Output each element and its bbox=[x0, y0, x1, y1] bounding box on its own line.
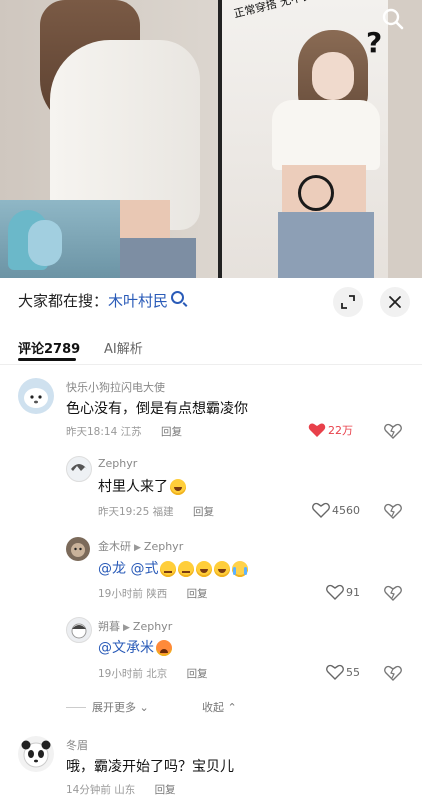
chevron-up-icon: ⌃ bbox=[227, 701, 237, 714]
like-button[interactable]: 55 bbox=[326, 664, 360, 682]
video-doll-2 bbox=[28, 220, 62, 266]
reply-arrow-icon: ▶ bbox=[134, 543, 141, 553]
dislike-icon[interactable] bbox=[384, 584, 402, 602]
tab-active-indicator bbox=[18, 358, 76, 361]
like-button[interactable]: 22万 bbox=[308, 422, 353, 440]
trending-search-term[interactable]: 木叶村民 bbox=[108, 292, 168, 310]
avatar-dog-icon bbox=[24, 388, 48, 408]
avatar[interactable] bbox=[66, 537, 90, 561]
tattoo-mark bbox=[298, 175, 334, 211]
avatar[interactable] bbox=[66, 617, 92, 643]
avatar-panda-icon bbox=[21, 740, 51, 768]
trending-search-prefix: 大家都在搜： bbox=[18, 292, 109, 310]
angry-emoji-icon bbox=[156, 640, 172, 656]
avatar-cat-icon bbox=[71, 543, 85, 557]
reply-button[interactable]: 回复 bbox=[155, 784, 176, 796]
tab-comments[interactable]: 评论2789 bbox=[18, 338, 80, 357]
reply-button[interactable]: 回复 bbox=[161, 426, 182, 438]
crying-emoji-icon bbox=[232, 561, 249, 577]
tab-ai-analysis[interactable]: AI解析 bbox=[104, 338, 143, 357]
divider bbox=[0, 364, 422, 365]
comment-text-body: 村里人来了 bbox=[98, 479, 168, 495]
comment-nickname[interactable]: 金木研 bbox=[98, 540, 131, 553]
comment-nickname-row: 朔暮 ▶ Zephyr bbox=[98, 618, 172, 634]
neutral-emoji-icon bbox=[160, 561, 177, 577]
like-count: 91 bbox=[346, 585, 360, 599]
comment-time: 14分钟前 bbox=[66, 784, 111, 796]
expand-more-label: 展开更多 bbox=[92, 701, 136, 714]
thread-line bbox=[66, 707, 86, 708]
avatar-anime-icon bbox=[71, 623, 87, 639]
comment-text: @文承米 bbox=[98, 637, 172, 657]
comment-meta: 昨天18:14 江苏 回复 bbox=[66, 424, 182, 439]
expand-more-button[interactable]: 展开更多 ⌄ bbox=[92, 699, 149, 715]
expand-icon bbox=[341, 295, 355, 309]
comment-meta: 19小时前 陕西 回复 bbox=[98, 586, 208, 601]
laugh-emoji-icon bbox=[170, 479, 186, 495]
comment-location: 北京 bbox=[146, 668, 168, 680]
avatar[interactable] bbox=[18, 378, 54, 414]
comment-nickname[interactable]: 朔暮 bbox=[98, 620, 120, 633]
mention-link[interactable]: @文承米 bbox=[98, 640, 154, 656]
comment-location: 山东 bbox=[114, 784, 136, 796]
heart-outline-icon bbox=[326, 664, 344, 680]
comment-time: 19小时前 bbox=[98, 588, 143, 600]
comment-text: 哦，霸凌开始了吗？宝贝儿 bbox=[66, 759, 234, 775]
trending-search[interactable]: 大家都在搜：木叶村民 bbox=[18, 290, 185, 312]
reply-to-nickname[interactable]: Zephyr bbox=[144, 540, 183, 553]
dislike-icon[interactable] bbox=[384, 664, 402, 682]
comment-time: 昨天19:25 bbox=[98, 506, 150, 518]
comment-time: 昨天18:14 bbox=[66, 426, 118, 438]
comment-text: 村里人来了 bbox=[98, 476, 186, 496]
heart-outline-icon bbox=[312, 502, 330, 518]
reply-to-nickname[interactable]: Zephyr bbox=[133, 620, 172, 633]
comment-text: @龙 @式 bbox=[98, 558, 249, 578]
like-count: 55 bbox=[346, 665, 360, 679]
mention-link[interactable]: @龙 @式 bbox=[98, 561, 158, 577]
dislike-icon[interactable] bbox=[384, 502, 402, 520]
like-count: 4560 bbox=[332, 503, 360, 517]
reply-button[interactable]: 回复 bbox=[187, 588, 208, 600]
comment-meta: 19小时前 北京 回复 bbox=[98, 666, 208, 681]
avatar[interactable] bbox=[66, 456, 92, 482]
comment-meta: 昨天19:25 福建 回复 bbox=[98, 504, 214, 519]
comment-nickname[interactable]: Zephyr bbox=[98, 457, 137, 470]
comment-location: 江苏 bbox=[120, 426, 142, 438]
heart-filled-icon bbox=[308, 423, 326, 437]
laugh-emoji-icon bbox=[196, 561, 213, 577]
heart-outline-icon bbox=[326, 584, 344, 600]
comment-text: 色心没有，倒是有点想霸凌你 bbox=[66, 401, 248, 417]
search-icon[interactable] bbox=[380, 6, 406, 32]
reply-button[interactable]: 回复 bbox=[193, 506, 214, 518]
search-icon bbox=[171, 291, 185, 304]
mirror-figure-shirt bbox=[272, 100, 380, 170]
video-right-wall bbox=[388, 0, 422, 278]
collapse-label: 收起 bbox=[202, 701, 224, 714]
like-button[interactable]: 4560 bbox=[312, 502, 360, 520]
comment-nickname[interactable]: 冬眉 bbox=[66, 737, 88, 753]
collapse-button[interactable]: 收起 ⌃ bbox=[202, 699, 237, 715]
comment-nickname-row: 金木研 ▶ Zephyr bbox=[98, 538, 183, 554]
chevron-down-icon: ⌄ bbox=[139, 701, 149, 714]
reply-button[interactable]: 回复 bbox=[187, 668, 208, 680]
mirror-figure-jeans bbox=[278, 212, 374, 278]
reply-arrow-icon: ▶ bbox=[123, 623, 130, 633]
comment-time: 19小时前 bbox=[98, 668, 143, 680]
avatar[interactable] bbox=[18, 736, 54, 772]
neutral-emoji-icon bbox=[178, 561, 195, 577]
avatar-anime-icon bbox=[71, 464, 87, 471]
like-count: 22万 bbox=[328, 424, 353, 437]
comment-location: 福建 bbox=[152, 506, 174, 518]
laugh-emoji-icon bbox=[214, 561, 231, 577]
video-player[interactable]: ? 正常穿搭 无不良 bbox=[0, 0, 422, 278]
comment-meta: 14分钟前 山东 回复 bbox=[66, 782, 176, 797]
comment-location: 陕西 bbox=[146, 588, 168, 600]
close-button[interactable] bbox=[380, 287, 410, 317]
close-icon bbox=[389, 296, 401, 308]
expand-button[interactable] bbox=[333, 287, 363, 317]
mirror-figure-face bbox=[312, 52, 354, 100]
dislike-icon[interactable] bbox=[384, 422, 402, 440]
like-button[interactable]: 91 bbox=[326, 584, 360, 602]
comment-nickname[interactable]: 快乐小狗拉闪电大使 bbox=[66, 379, 165, 395]
